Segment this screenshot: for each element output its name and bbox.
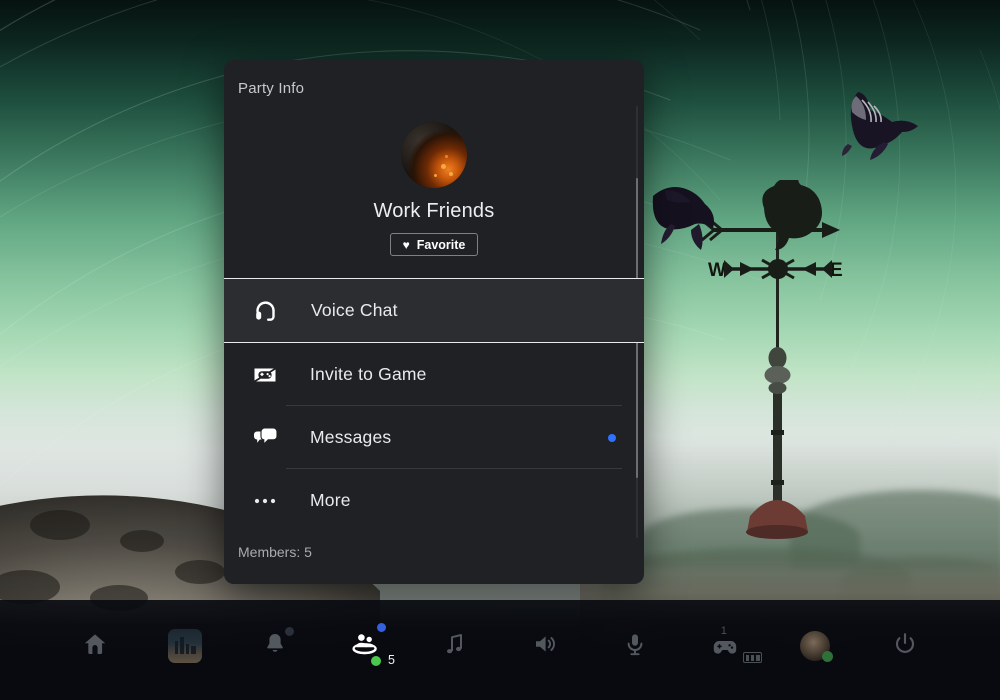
music-note-icon bbox=[442, 631, 468, 662]
party-action-menu: Voice Chat Invite to Game Messages More bbox=[224, 278, 644, 532]
speech-bubbles-icon bbox=[248, 425, 282, 451]
members-count: Members: 5 bbox=[238, 544, 312, 560]
microphone-icon bbox=[622, 631, 648, 662]
home-button[interactable] bbox=[72, 623, 118, 669]
music-button[interactable] bbox=[432, 623, 478, 669]
unread-badge bbox=[608, 433, 616, 442]
profile-button[interactable] bbox=[792, 623, 838, 669]
power-icon bbox=[892, 631, 918, 662]
game-library-button[interactable] bbox=[162, 623, 208, 669]
party-summary: Work Friends ♥ Favorite bbox=[224, 116, 644, 278]
controller-battery-icon bbox=[743, 652, 762, 663]
party-online-indicator bbox=[371, 656, 381, 666]
heart-icon: ♥ bbox=[402, 237, 410, 252]
controller-icon bbox=[711, 636, 739, 663]
menu-item-messages[interactable]: Messages bbox=[224, 406, 644, 469]
party-member-count: 5 bbox=[388, 653, 395, 667]
favorite-button[interactable]: ♥ Favorite bbox=[389, 233, 479, 256]
controller-button[interactable]: 1 bbox=[702, 623, 762, 669]
home-icon bbox=[82, 631, 108, 662]
online-status-indicator bbox=[822, 651, 833, 662]
party-name: Work Friends bbox=[373, 200, 495, 222]
favorite-button-label: Favorite bbox=[416, 237, 466, 252]
notification-badge bbox=[285, 627, 294, 636]
party-info-panel: Party Info Work Friends ♥ Favorite Voice… bbox=[224, 60, 644, 584]
controller-number: 1 bbox=[720, 625, 727, 637]
notifications-button[interactable] bbox=[252, 623, 298, 669]
menu-item-label: Voice Chat bbox=[311, 300, 398, 320]
menu-item-label: More bbox=[310, 490, 351, 510]
headset-icon bbox=[249, 298, 283, 324]
compass-west-label: W bbox=[708, 260, 726, 281]
volume-button[interactable] bbox=[522, 623, 568, 669]
party-avatar bbox=[401, 122, 467, 188]
panel-footer: Members: 5 bbox=[224, 544, 644, 562]
game-thumbnail bbox=[168, 629, 202, 663]
microphone-button[interactable] bbox=[612, 623, 658, 669]
menu-item-more[interactable]: More bbox=[224, 469, 644, 532]
playstation-ui-screen: W E Party Info Work Friends ♥ Favorite V… bbox=[0, 0, 1000, 700]
page-title: Party Info bbox=[238, 79, 305, 97]
panel-header: Party Info bbox=[224, 60, 644, 116]
menu-item-invite-to-game[interactable]: Invite to Game bbox=[224, 343, 644, 406]
ellipsis-icon bbox=[248, 488, 282, 514]
menu-item-label: Invite to Game bbox=[310, 364, 427, 384]
power-button[interactable] bbox=[882, 623, 928, 669]
speaker-icon bbox=[532, 631, 558, 662]
bell-icon bbox=[262, 631, 288, 662]
bird-flying-left bbox=[645, 168, 750, 263]
party-notification-badge bbox=[377, 623, 386, 632]
menu-item-voice-chat[interactable]: Voice Chat bbox=[224, 278, 644, 343]
user-avatar bbox=[800, 631, 833, 662]
bird-flying-right bbox=[818, 86, 928, 181]
menu-item-label: Messages bbox=[310, 427, 392, 447]
game-invite-icon bbox=[248, 362, 282, 388]
party-button[interactable]: 5 bbox=[342, 623, 395, 669]
control-center-taskbar: 5 1 bbox=[0, 600, 1000, 700]
